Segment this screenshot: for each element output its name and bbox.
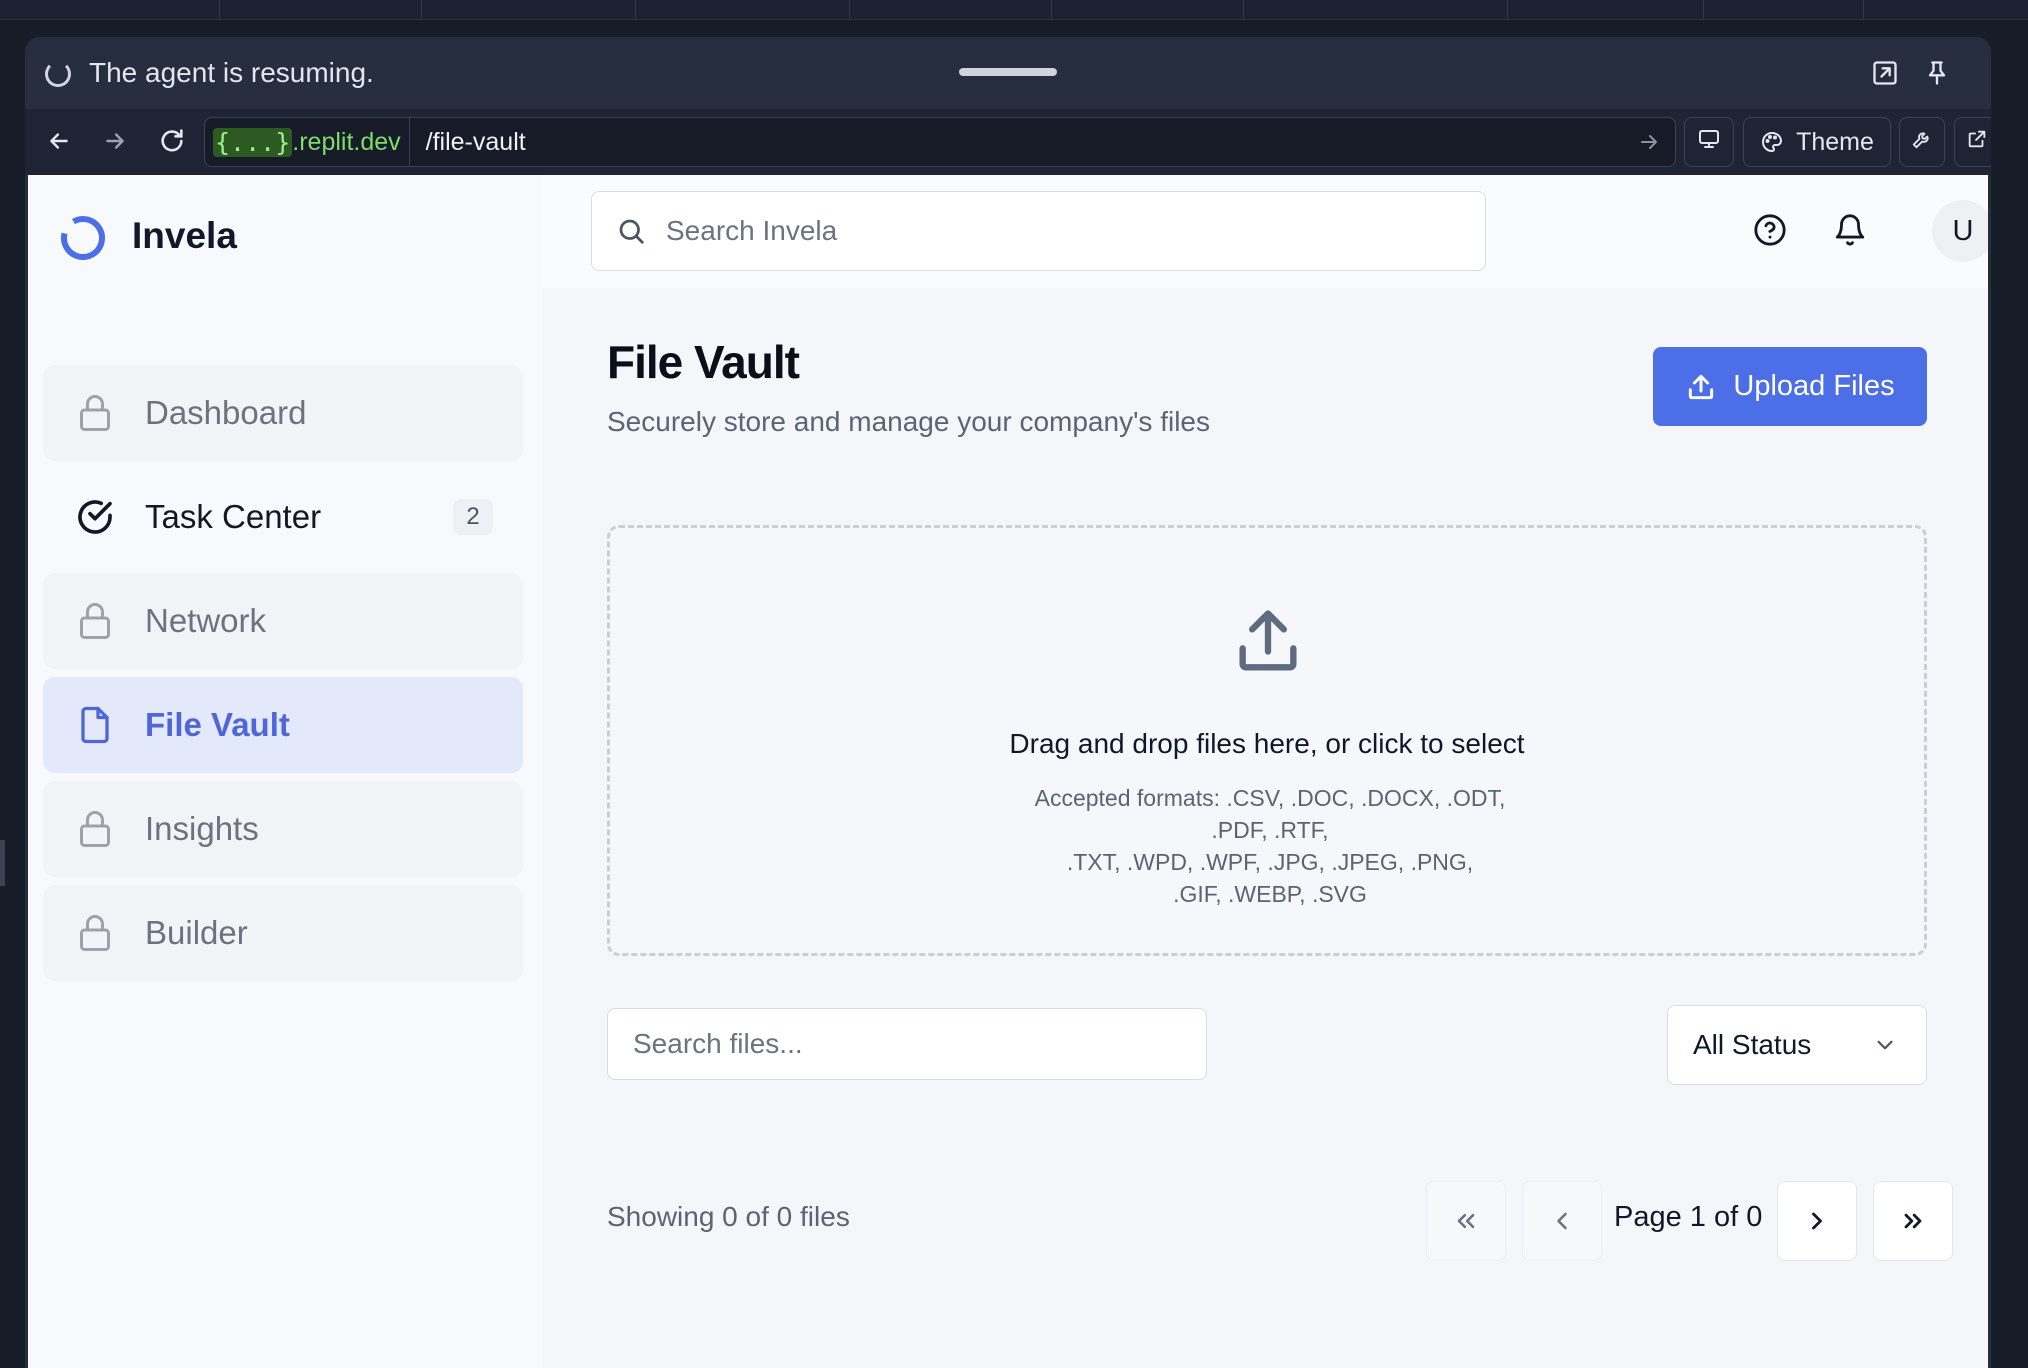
expand-icon[interactable] bbox=[1867, 55, 1903, 91]
webview-panel: The agent is resuming. {...} .replit.dev … bbox=[25, 37, 1991, 1368]
forward-icon[interactable] bbox=[95, 121, 135, 161]
file-search-placeholder: Search files... bbox=[633, 1028, 803, 1059]
sidebar: Invela Dashboard Task Center 2 Network F… bbox=[28, 175, 542, 1368]
lock-icon bbox=[73, 599, 117, 643]
file-dropzone[interactable]: Drag and drop files here, or click to se… bbox=[607, 525, 1927, 956]
upload-icon bbox=[1685, 371, 1733, 403]
help-icon[interactable] bbox=[1744, 204, 1796, 256]
chevron-left-icon bbox=[1548, 1207, 1576, 1235]
check-circle-icon bbox=[73, 495, 117, 539]
browser-tab[interactable] bbox=[1508, 0, 1704, 20]
sidebar-item-builder[interactable]: Builder bbox=[43, 885, 523, 981]
lock-icon bbox=[73, 807, 117, 851]
go-arrow-icon[interactable] bbox=[1637, 128, 1661, 161]
sidebar-item-insights[interactable]: Insights bbox=[43, 781, 523, 877]
browser-tab[interactable] bbox=[422, 0, 636, 20]
app-viewport: Invela Dashboard Task Center 2 Network F… bbox=[28, 175, 1988, 1368]
url-host: {...} .replit.dev bbox=[205, 118, 410, 166]
page-title: File Vault bbox=[607, 336, 800, 388]
browser-tab[interactable] bbox=[636, 0, 850, 20]
global-search-input[interactable]: Search Invela bbox=[591, 191, 1486, 271]
avatar[interactable]: U bbox=[1932, 200, 1988, 262]
search-icon bbox=[616, 216, 646, 246]
drag-handle[interactable] bbox=[959, 68, 1057, 76]
browser-tab[interactable] bbox=[0, 0, 220, 20]
file-icon bbox=[73, 703, 117, 747]
palette-icon bbox=[1760, 130, 1784, 154]
accepted-formats-line: .PDF, .RTF, bbox=[1211, 817, 1329, 843]
sidebar-item-network[interactable]: Network bbox=[43, 573, 523, 669]
first-page-button[interactable] bbox=[1426, 1181, 1506, 1261]
upload-files-button[interactable]: Upload Files bbox=[1653, 347, 1927, 426]
page-indicator: Page 1 of 0 bbox=[1614, 1201, 1763, 1233]
status-filter-value: All Status bbox=[1693, 1029, 1812, 1060]
sidebar-item-file-vault[interactable]: File Vault bbox=[43, 677, 523, 773]
sidebar-item-label: Network bbox=[145, 602, 267, 639]
showing-count: Showing 0 of 0 files bbox=[607, 1201, 850, 1232]
browser-tab[interactable] bbox=[1704, 0, 1864, 20]
chevrons-left-icon bbox=[1452, 1207, 1480, 1235]
app-name: Invela bbox=[132, 215, 237, 256]
url-host-braces: {...} bbox=[213, 127, 293, 157]
window-edge-marker bbox=[0, 840, 5, 886]
browser-tab-strip bbox=[0, 0, 2028, 20]
open-new-tab-button[interactable] bbox=[1954, 117, 1991, 167]
url-bar-row: {...} .replit.dev /file-vault Theme bbox=[25, 109, 1991, 175]
pin-icon[interactable] bbox=[1919, 55, 1955, 91]
external-link-icon bbox=[1966, 128, 1988, 157]
top-bar: Search Invela U bbox=[542, 175, 1988, 288]
accepted-formats-line: .GIF, .WEBP, .SVG bbox=[1173, 881, 1367, 907]
theme-button[interactable]: Theme bbox=[1743, 117, 1891, 167]
sidebar-item-label: Insights bbox=[145, 810, 259, 847]
reload-icon[interactable] bbox=[152, 121, 192, 161]
status-filter-select[interactable]: All Status bbox=[1667, 1005, 1927, 1085]
accepted-formats: Accepted formats: .CSV, .DOC, .DOCX, .OD… bbox=[1000, 782, 1540, 910]
global-search-placeholder: Search Invela bbox=[666, 215, 838, 246]
browser-tab[interactable] bbox=[1052, 0, 1244, 20]
browser-tab[interactable] bbox=[220, 0, 422, 20]
upload-files-label: Upload Files bbox=[1733, 370, 1895, 402]
sidebar-item-dashboard[interactable]: Dashboard bbox=[43, 365, 523, 461]
next-page-button[interactable] bbox=[1777, 1181, 1857, 1261]
sidebar-item-label: Task Center bbox=[145, 498, 322, 535]
url-field[interactable]: {...} .replit.dev /file-vault bbox=[204, 117, 1676, 167]
chevrons-right-icon bbox=[1899, 1207, 1927, 1235]
last-page-button[interactable] bbox=[1873, 1181, 1953, 1261]
page-subtitle: Securely store and manage your company's… bbox=[607, 406, 1210, 437]
accepted-formats-line: .TXT, .WPD, .WPF, .JPG, .JPEG, .PNG, bbox=[1066, 849, 1474, 875]
browser-tab[interactable] bbox=[1244, 0, 1508, 20]
previous-page-button[interactable] bbox=[1522, 1181, 1602, 1261]
bell-icon[interactable] bbox=[1824, 204, 1876, 256]
wrench-icon bbox=[1911, 128, 1933, 157]
sidebar-item-task-center[interactable]: Task Center 2 bbox=[43, 469, 523, 565]
back-icon[interactable] bbox=[39, 121, 79, 161]
task-count-badge: 2 bbox=[453, 499, 493, 535]
agent-status-bar: The agent is resuming. bbox=[25, 37, 1991, 109]
file-search-input[interactable]: Search files... bbox=[607, 1008, 1207, 1080]
devtools-button[interactable] bbox=[1899, 117, 1945, 167]
chevron-right-icon bbox=[1803, 1207, 1831, 1235]
browser-tab[interactable] bbox=[850, 0, 1052, 20]
agent-status-text: The agent is resuming. bbox=[89, 57, 374, 88]
dropzone-title: Drag and drop files here, or click to se… bbox=[1009, 728, 1525, 759]
url-host-domain: .replit.dev bbox=[292, 127, 401, 156]
invela-logo-icon bbox=[58, 213, 108, 263]
loading-spinner-icon bbox=[45, 61, 71, 87]
sidebar-item-label: Builder bbox=[145, 914, 248, 951]
monitor-icon bbox=[1697, 127, 1721, 158]
sidebar-item-label: Dashboard bbox=[145, 394, 307, 431]
lock-icon bbox=[73, 911, 117, 955]
accepted-formats-line: Accepted formats: .CSV, .DOC, .DOCX, .OD… bbox=[1034, 785, 1506, 811]
theme-label: Theme bbox=[1796, 127, 1874, 156]
url-path: /file-vault bbox=[425, 127, 526, 156]
upload-icon bbox=[1230, 604, 1306, 685]
lock-icon bbox=[73, 391, 117, 435]
device-preview-button[interactable] bbox=[1684, 117, 1734, 167]
chevron-down-icon bbox=[1872, 1032, 1898, 1063]
sidebar-item-label: File Vault bbox=[145, 706, 290, 743]
